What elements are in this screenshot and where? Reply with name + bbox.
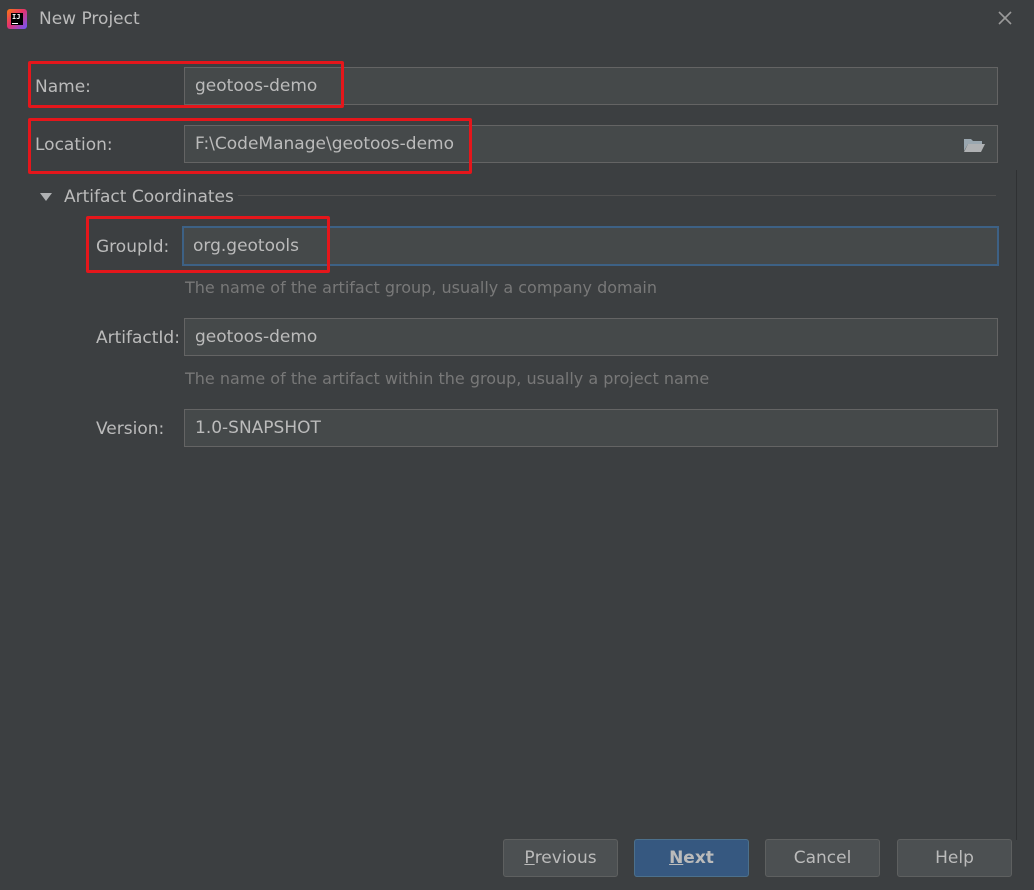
title-bar: IJ New Project bbox=[0, 0, 1034, 40]
section-divider bbox=[238, 195, 996, 196]
artifactid-label: ArtifactId: bbox=[96, 328, 180, 348]
previous-label: revious bbox=[534, 848, 597, 868]
intellij-app-icon: IJ bbox=[7, 9, 27, 29]
previous-button[interactable]: Previous bbox=[503, 839, 618, 877]
cancel-button[interactable]: Cancel bbox=[765, 839, 880, 877]
artifactid-field[interactable] bbox=[184, 318, 998, 356]
next-label: ext bbox=[683, 848, 714, 868]
highlight-location bbox=[28, 118, 472, 174]
version-field[interactable] bbox=[184, 409, 998, 447]
highlight-name bbox=[28, 61, 344, 108]
next-mnemonic: N bbox=[669, 848, 684, 868]
next-button[interactable]: Next bbox=[634, 839, 749, 877]
artifact-coordinates-header[interactable]: Artifact Coordinates bbox=[64, 187, 234, 207]
groupid-hint: The name of the artifact group, usually … bbox=[185, 278, 657, 297]
version-label: Version: bbox=[96, 419, 165, 439]
previous-mnemonic: P bbox=[524, 848, 535, 868]
window-title: New Project bbox=[39, 9, 140, 29]
folder-icon[interactable] bbox=[962, 135, 986, 155]
highlight-groupid bbox=[86, 216, 330, 273]
panel-edge bbox=[1016, 170, 1017, 840]
artifactid-hint: The name of the artifact within the grou… bbox=[185, 369, 710, 388]
collapse-triangle-icon[interactable] bbox=[40, 193, 52, 201]
help-button[interactable]: Help bbox=[897, 839, 1012, 877]
close-icon[interactable] bbox=[996, 9, 1014, 27]
